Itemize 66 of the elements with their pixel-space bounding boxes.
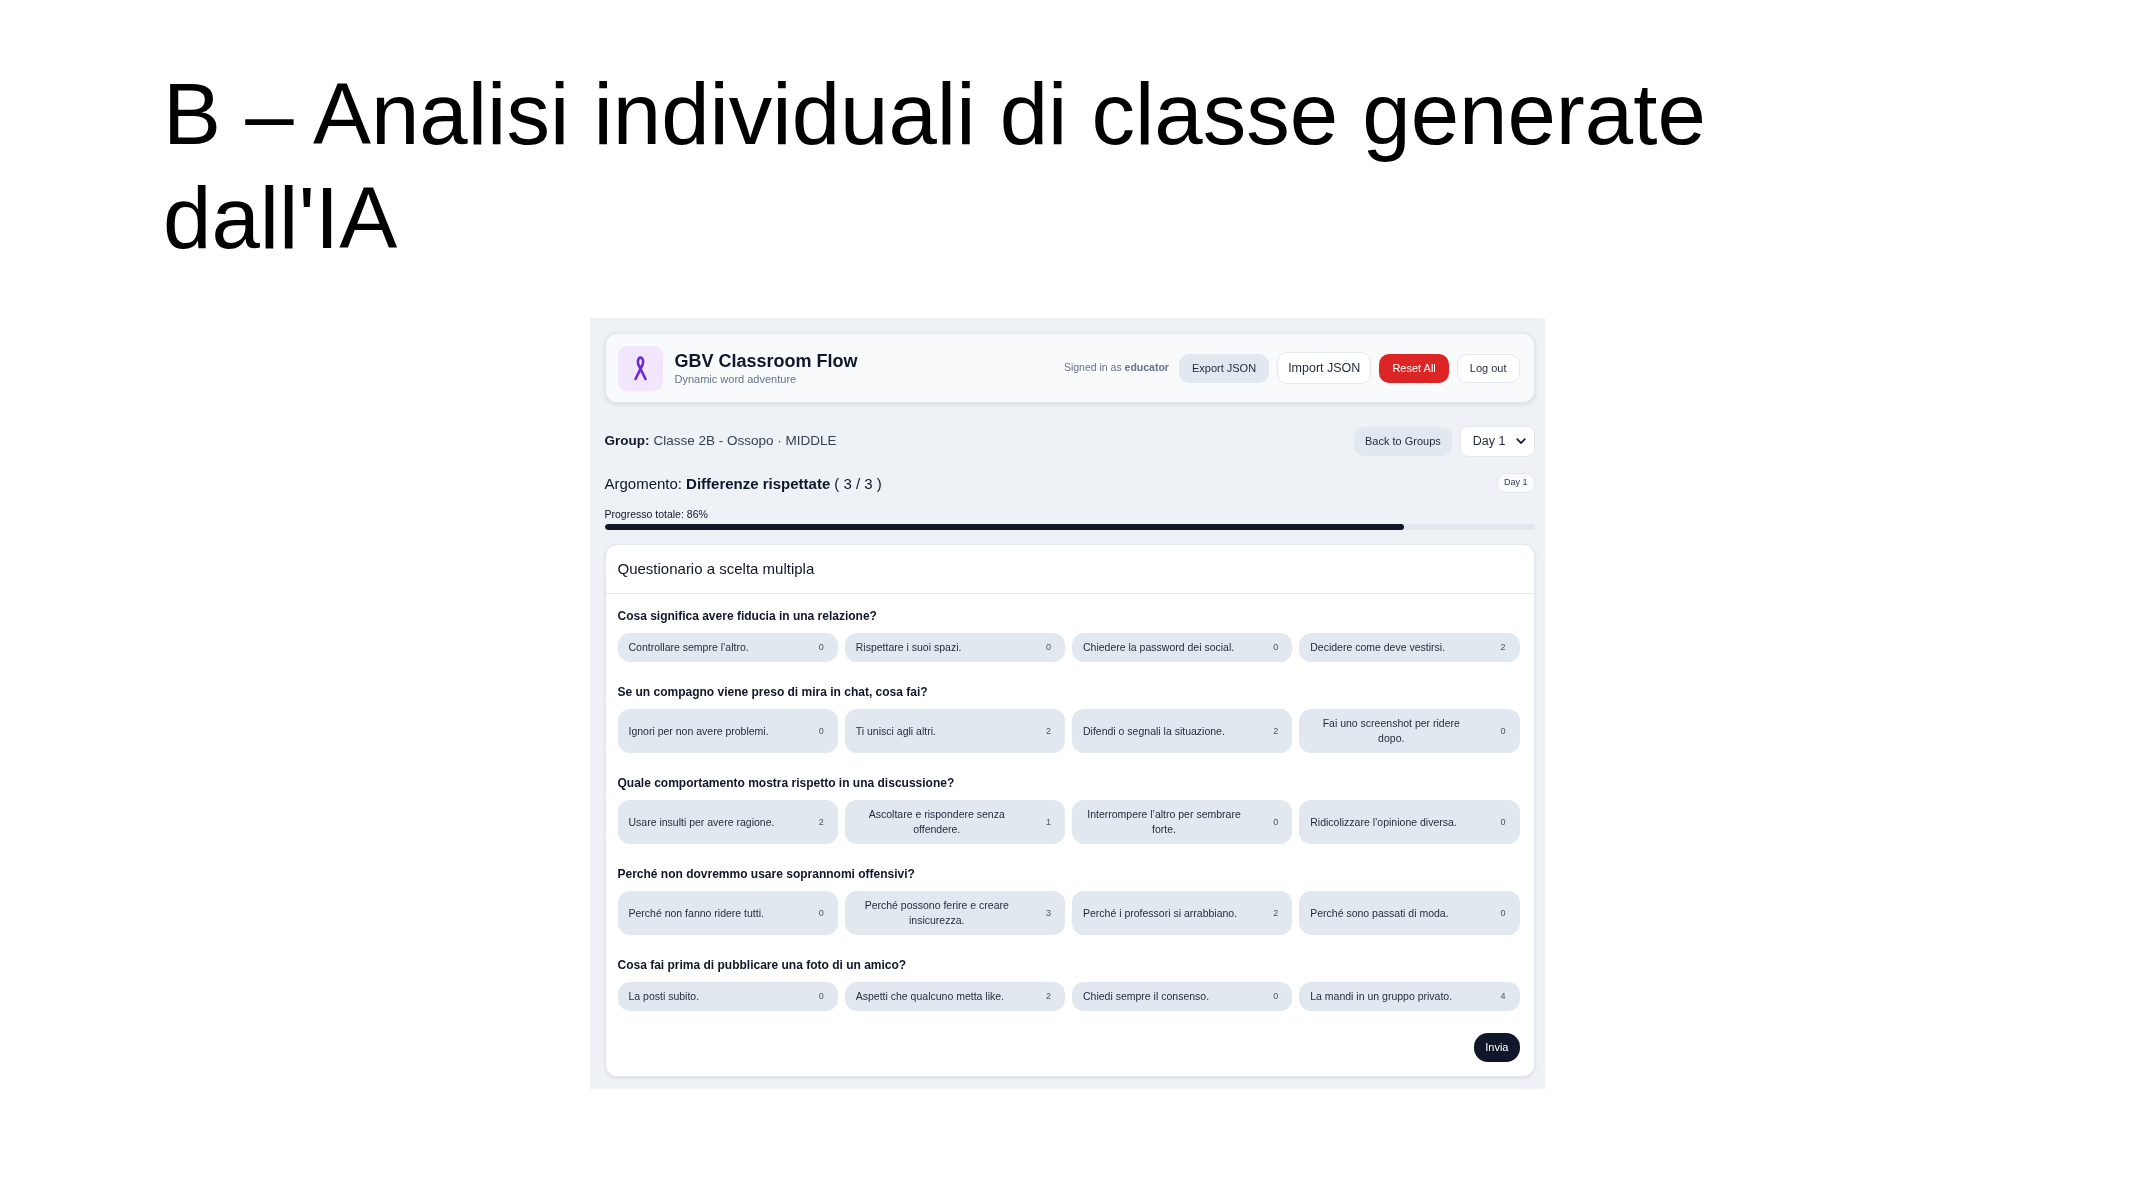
vote-count: 2 bbox=[818, 815, 824, 829]
header-button[interactable]: Export JSON bbox=[1178, 353, 1270, 383]
question-text: Cosa significa avere fiducia in una relazione? bbox=[617, 608, 878, 624]
vote-count: 0 bbox=[818, 990, 824, 1003]
answer-option[interactable]: Fai uno screenshot per ridere dopo. 0 bbox=[1299, 709, 1520, 753]
chevron-down-icon bbox=[1515, 438, 1526, 445]
question-text: Quale comportamento mostra rispetto in una discussione? bbox=[617, 775, 956, 791]
vote-count: 0 bbox=[1273, 990, 1279, 1003]
vote-count: 2 bbox=[1500, 641, 1506, 654]
answer-option[interactable]: Decidere come deve vestirsi. 2 bbox=[1299, 633, 1520, 662]
answer-option[interactable]: La mandi in un gruppo privato. 4 bbox=[1299, 982, 1520, 1011]
signed-in-text: Signed in as educator bbox=[1063, 360, 1169, 376]
answer-option[interactable]: Perché non fanno ridere tutti. 0 bbox=[617, 891, 838, 935]
question-text: Cosa fai prima di pubblicare una foto di un amico? bbox=[617, 957, 908, 973]
topic-title: Differenze rispettate bbox=[686, 474, 831, 494]
answer-option[interactable]: Perché possono ferire e creare insicurezza. 3 bbox=[844, 891, 1065, 935]
answer-option[interactable]: Difendi o segnali la situazione. 2 bbox=[1072, 709, 1293, 753]
vote-count: 0 bbox=[1273, 641, 1279, 654]
answer-option[interactable]: Usare insulti per avere ragione. 2 bbox=[617, 800, 838, 844]
vote-count: 0 bbox=[1500, 724, 1506, 738]
answer-option[interactable]: La posti subito. 0 bbox=[617, 982, 838, 1011]
answer-option[interactable]: Rispettare i suoi spazi. 0 bbox=[844, 633, 1065, 662]
question-text: Perché non dovremmo usare soprannomi offensivi? bbox=[617, 866, 916, 882]
app-title: GBV Classroom Flow bbox=[674, 350, 858, 372]
vote-count: 2 bbox=[1273, 724, 1279, 738]
header-button[interactable]: Import JSON bbox=[1277, 352, 1372, 384]
group-value: Classe 2B - Ossopo · MIDDLE bbox=[653, 432, 837, 451]
header-button[interactable]: Log out bbox=[1456, 353, 1520, 383]
question-text: Se un compagno viene preso di mira in chat, cosa fai? bbox=[617, 684, 929, 700]
header-button[interactable]: Reset All bbox=[1379, 353, 1449, 383]
submit-button[interactable]: Invia bbox=[1474, 1033, 1520, 1062]
vote-count: 1 bbox=[1046, 815, 1051, 829]
vote-count: 0 bbox=[1046, 641, 1051, 654]
ribbon-icon bbox=[617, 345, 663, 391]
vote-count: 2 bbox=[1273, 906, 1279, 920]
quiz-title: Questionario a scelta multipla bbox=[617, 558, 815, 579]
slide-title: B – Analisi individuali di classe generate dall'IA bbox=[163, 64, 1707, 268]
vote-count: 0 bbox=[1273, 815, 1279, 829]
answer-option[interactable]: Controllare sempre l’altro. 0 bbox=[617, 633, 838, 662]
vote-count: 2 bbox=[1046, 990, 1051, 1003]
back-button[interactable]: Back to Groups bbox=[1354, 427, 1452, 456]
vote-count: 0 bbox=[1500, 815, 1506, 829]
answer-option[interactable]: Ridicolizzare l’opinione diversa. 0 bbox=[1299, 800, 1520, 844]
answer-option[interactable]: Chiedere la password dei social. 0 bbox=[1072, 633, 1293, 662]
vote-count: 0 bbox=[818, 906, 824, 920]
answer-option[interactable]: Ascoltare e rispondere senza offendere. 1 bbox=[844, 800, 1065, 844]
progress-label: Progresso totale: 86% bbox=[604, 507, 709, 521]
answer-option[interactable]: Perché i professori si arrabbiano. 2 bbox=[1072, 891, 1293, 935]
answer-option[interactable]: Perché sono passati di moda. 0 bbox=[1299, 891, 1520, 935]
answer-option[interactable]: Interrompere l’altro per sembrare forte. 0 bbox=[1072, 800, 1293, 844]
answer-option[interactable]: Ti unisci agli altri. 2 bbox=[844, 709, 1065, 753]
vote-count: 2 bbox=[1046, 724, 1051, 738]
vote-count: 4 bbox=[1500, 990, 1506, 1003]
topic-counter: ( 3 / 3 ) bbox=[834, 474, 882, 494]
day-select[interactable]: Day 1 bbox=[1459, 426, 1535, 457]
answer-option[interactable]: Aspetti che qualcuno metta like. 2 bbox=[844, 982, 1065, 1011]
vote-count: 3 bbox=[1046, 906, 1051, 920]
day-badge: Day 1 bbox=[1497, 473, 1535, 493]
answer-option[interactable]: Chiedi sempre il consenso. 0 bbox=[1072, 982, 1293, 1011]
vote-count: 0 bbox=[818, 641, 824, 654]
topic-label: Argomento: bbox=[604, 474, 683, 494]
app-subtitle: Dynamic word adventure bbox=[674, 372, 798, 386]
answer-option[interactable]: Ignori per non avere problemi. 0 bbox=[617, 709, 838, 753]
group-label: Group: bbox=[604, 432, 650, 451]
vote-count: 0 bbox=[1500, 906, 1506, 920]
vote-count: 0 bbox=[818, 724, 824, 738]
